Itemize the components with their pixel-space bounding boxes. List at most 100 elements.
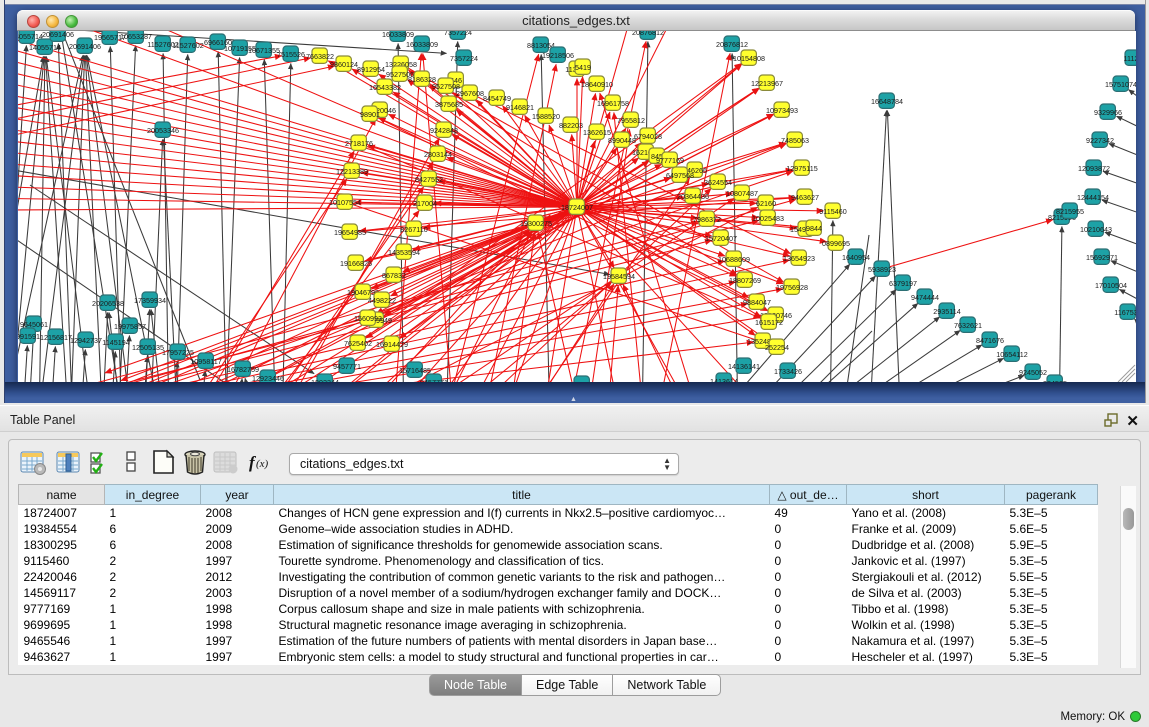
- svg-text:12975115: 12975115: [786, 164, 817, 173]
- svg-text:19975857: 19975857: [114, 322, 146, 331]
- svg-text:2967608: 2967608: [456, 89, 484, 98]
- svg-text:5419: 5419: [575, 63, 591, 72]
- svg-text:882203: 882203: [559, 121, 583, 130]
- svg-text:9115460: 9115460: [819, 207, 846, 216]
- svg-text:19756928: 19756928: [776, 283, 808, 292]
- svg-text:10688609: 10688609: [718, 255, 750, 264]
- svg-text:9844: 9844: [806, 224, 822, 233]
- svg-text:7632621: 7632621: [954, 321, 982, 330]
- svg-text:8215955: 8215955: [1056, 207, 1084, 216]
- svg-text:98901: 98901: [360, 110, 380, 119]
- svg-text:20876812: 20876812: [632, 31, 664, 37]
- svg-text:7986372: 7986372: [693, 215, 721, 224]
- svg-text:991591: 991591: [18, 332, 40, 341]
- svg-text:8912954: 8912954: [357, 65, 385, 74]
- svg-text:16543382: 16543382: [369, 83, 401, 92]
- svg-text:1167534: 1167534: [1114, 308, 1136, 317]
- svg-text:3624554: 3624554: [704, 178, 732, 187]
- svg-text:2803144: 2803144: [424, 150, 452, 159]
- svg-text:9227342: 9227342: [1086, 136, 1114, 145]
- svg-text:10154808: 10154808: [733, 54, 765, 63]
- svg-text:217004: 217004: [413, 199, 437, 208]
- svg-text:12213389: 12213389: [336, 167, 368, 176]
- svg-text:6379197: 6379197: [889, 279, 917, 288]
- svg-text:6497568: 6497568: [666, 171, 694, 180]
- svg-text:9884047: 9884047: [743, 298, 771, 307]
- svg-text:16648784: 16648784: [871, 97, 903, 106]
- svg-text:9329966: 9329966: [1094, 108, 1122, 117]
- svg-text:20876812: 20876812: [716, 40, 748, 49]
- svg-text:16033809: 16033809: [406, 40, 438, 49]
- svg-text:12505135: 12505135: [132, 343, 164, 352]
- svg-text:19218506: 19218506: [542, 51, 574, 60]
- svg-text:19584594: 19584594: [603, 272, 635, 281]
- svg-text:1733426: 1733426: [774, 367, 802, 376]
- svg-text:16782759: 16782759: [227, 365, 259, 374]
- svg-text:14136141: 14136141: [728, 362, 760, 371]
- svg-text:10807487: 10807487: [726, 189, 758, 198]
- svg-text:17010504: 17010504: [1095, 281, 1127, 290]
- svg-text:7955812: 7955812: [617, 116, 645, 125]
- svg-text:62160: 62160: [756, 199, 776, 208]
- svg-text:1588520: 1588520: [532, 112, 560, 121]
- svg-text:17359934: 17359934: [134, 296, 166, 305]
- svg-text:1615172: 1615172: [755, 318, 783, 327]
- svg-text:16914479: 16914479: [376, 340, 408, 349]
- svg-text:11124: 11124: [1124, 54, 1136, 63]
- svg-text:12213967: 12213967: [751, 79, 783, 88]
- svg-text:8267110: 8267110: [400, 225, 427, 234]
- svg-text:12156817: 12156817: [40, 333, 72, 342]
- svg-text:9860124: 9860124: [330, 60, 358, 69]
- svg-text:20206538: 20206538: [92, 299, 124, 308]
- svg-text:17957225: 17957225: [162, 348, 194, 357]
- svg-text:8454749: 8454749: [483, 94, 511, 103]
- svg-text:1640954: 1640954: [842, 253, 870, 262]
- svg-text:0899695: 0899695: [822, 239, 850, 248]
- svg-text:13654923: 13654923: [783, 254, 815, 263]
- svg-text:1362615: 1362615: [583, 128, 611, 137]
- svg-text:8990448: 8990448: [608, 136, 636, 145]
- svg-text:867832: 867832: [382, 271, 406, 280]
- svg-text:9457771: 9457771: [333, 362, 361, 371]
- svg-text:10973493: 10973493: [766, 106, 798, 115]
- svg-text:10107554: 10107554: [329, 198, 361, 207]
- svg-text:12444154: 12444154: [1077, 193, 1109, 202]
- svg-text:8427552: 8427552: [415, 175, 443, 184]
- svg-text:10958117: 10958117: [190, 357, 221, 366]
- svg-text:18807269: 18807269: [729, 276, 761, 285]
- svg-text:7485063: 7485063: [781, 136, 809, 145]
- svg-text:14353594: 14353594: [388, 248, 420, 257]
- svg-text:19654985: 19654985: [334, 228, 366, 237]
- svg-text:9474444: 9474444: [911, 293, 939, 302]
- svg-text:252254: 252254: [765, 343, 789, 352]
- svg-text:10654112: 10654112: [996, 350, 1027, 359]
- svg-text:12942737: 12942737: [70, 336, 102, 345]
- svg-text:9242848: 9242848: [430, 126, 458, 135]
- svg-text:16961758: 16961758: [597, 99, 629, 108]
- svg-text:8471676: 8471676: [976, 336, 1004, 345]
- svg-text:9146821: 9146821: [506, 103, 534, 112]
- svg-text:10671355: 10671355: [248, 46, 280, 55]
- svg-text:19166825: 19166825: [340, 259, 372, 268]
- svg-text:(x): (x): [256, 458, 269, 470]
- svg-text:15692971: 15692971: [1086, 253, 1118, 262]
- svg-text:9777169: 9777169: [656, 156, 684, 165]
- svg-text:14055714: 14055714: [29, 43, 61, 52]
- svg-text:20053346: 20053346: [147, 126, 179, 135]
- svg-text:16033809: 16033809: [382, 31, 414, 39]
- svg-text:12093872: 12093872: [1078, 164, 1110, 173]
- svg-text:15720407: 15720407: [705, 234, 737, 243]
- svg-text:7357224: 7357224: [444, 31, 472, 37]
- svg-text:19300275: 19300275: [520, 219, 552, 228]
- svg-text:3875685: 3875685: [435, 100, 463, 109]
- svg-text:7515526: 7515526: [277, 50, 305, 59]
- svg-text:1560993: 1560993: [354, 314, 382, 323]
- svg-text:7357224: 7357224: [450, 54, 478, 63]
- svg-text:6794028: 6794028: [634, 132, 662, 141]
- svg-text:10025483: 10025483: [752, 214, 784, 223]
- svg-text:2935114: 2935114: [933, 307, 960, 316]
- svg-text:9245052: 9245052: [1019, 368, 1047, 377]
- svg-text:11527602: 11527602: [172, 41, 203, 50]
- svg-text:9463627: 9463627: [791, 193, 819, 202]
- svg-text:5938923: 5938923: [868, 265, 896, 274]
